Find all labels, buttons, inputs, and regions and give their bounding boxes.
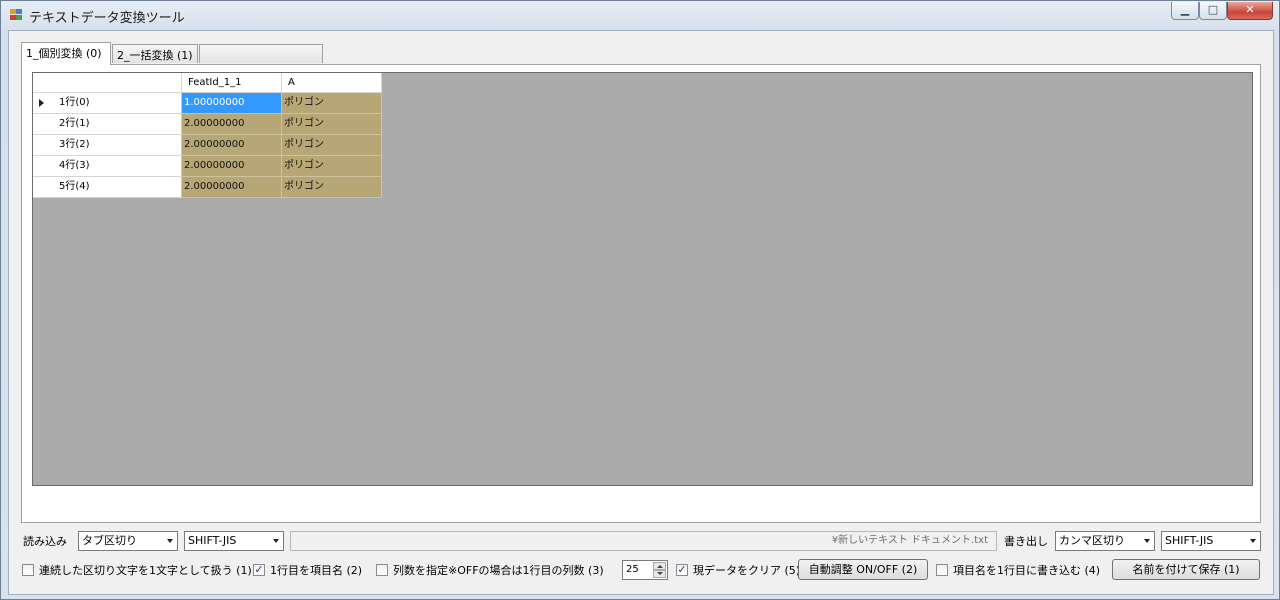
- tab-individual-convert[interactable]: 1_個別変換 (0): [21, 42, 111, 65]
- write-encoding-value: SHIFT-JIS: [1165, 534, 1214, 547]
- write-label: 書き出し: [1004, 535, 1048, 548]
- row-header[interactable]: 3行(2): [33, 135, 182, 156]
- chevron-down-icon: [273, 539, 279, 543]
- grid-cell[interactable]: 2.00000000: [182, 177, 282, 198]
- write-encoding-select[interactable]: SHIFT-JIS: [1161, 531, 1261, 551]
- write-delimiter-select[interactable]: カンマ区切り: [1055, 531, 1155, 551]
- grid-cell[interactable]: ポリゴン: [282, 177, 382, 198]
- column-header-a[interactable]: A: [282, 73, 382, 93]
- tab-page: FeatId_1_1 A 1行(0) 1.00000000 ポリゴン 2行(1)…: [21, 64, 1261, 523]
- column-header-featid[interactable]: FeatId_1_1: [182, 73, 282, 93]
- row-header-label: 4行(3): [59, 160, 90, 171]
- grid-corner-header[interactable]: [33, 73, 182, 93]
- auto-adjust-button[interactable]: 自動調整 ON/OFF (2): [798, 559, 928, 580]
- client-area: 1_個別変換 (0) 2_一括変換 (1) FeatId_1_1 A 1行(0)…: [8, 30, 1274, 595]
- title-bar[interactable]: テキストデータ変換ツール ▁ □ ✕: [1, 1, 1279, 29]
- write-delimiter-value: カンマ区切り: [1059, 534, 1125, 547]
- first-row-header-checkbox[interactable]: ✓: [253, 564, 265, 576]
- row-header-label: 1行(0): [59, 97, 90, 108]
- app-icon[interactable]: [10, 9, 23, 21]
- column-count-checkbox[interactable]: [376, 564, 388, 576]
- close-button[interactable]: ✕: [1227, 2, 1273, 20]
- tab-empty[interactable]: [199, 44, 323, 63]
- chevron-down-icon: [1144, 539, 1150, 543]
- read-encoding-value: SHIFT-JIS: [188, 534, 237, 547]
- tab-batch-convert[interactable]: 2_一括変換 (1): [112, 44, 198, 63]
- clear-data-checkbox[interactable]: ✓: [676, 564, 688, 576]
- file-path-field[interactable]: ¥新しいテキスト ドキュメント.txt: [290, 531, 997, 551]
- row-header[interactable]: 4行(3): [33, 156, 182, 177]
- grid-cell[interactable]: 2.00000000: [182, 135, 282, 156]
- window-title: テキストデータ変換ツール: [29, 11, 185, 26]
- data-grid[interactable]: FeatId_1_1 A 1行(0) 1.00000000 ポリゴン 2行(1)…: [32, 72, 1253, 486]
- read-delimiter-select[interactable]: タブ区切り: [78, 531, 178, 551]
- grid-cell[interactable]: ポリゴン: [282, 93, 382, 114]
- spin-up-icon[interactable]: [653, 562, 666, 570]
- write-header-checkbox[interactable]: [936, 564, 948, 576]
- read-label: 読み込み: [23, 535, 67, 548]
- consecutive-delims-label[interactable]: 連続した区切り文字を1文字として扱う (1): [39, 562, 252, 578]
- first-row-header-label[interactable]: 1行目を項目名 (2): [270, 562, 362, 578]
- maximize-button[interactable]: □: [1199, 2, 1227, 20]
- grid-cell[interactable]: 2.00000000: [182, 114, 282, 135]
- spin-down-icon[interactable]: [653, 570, 666, 578]
- column-count-label[interactable]: 列数を指定※OFFの場合は1行目の列数 (3): [393, 562, 604, 578]
- grid-cell[interactable]: ポリゴン: [282, 156, 382, 177]
- chevron-down-icon: [167, 539, 173, 543]
- column-count-value: 25: [626, 564, 639, 575]
- grid-cell[interactable]: ポリゴン: [282, 114, 382, 135]
- grid-cell[interactable]: 1.00000000: [182, 93, 282, 114]
- read-delimiter-value: タブ区切り: [82, 534, 137, 547]
- row-header-label: 5行(4): [59, 181, 90, 192]
- current-row-arrow-icon: [39, 99, 44, 107]
- clear-data-label[interactable]: 現データをクリア (5): [693, 562, 800, 578]
- chevron-down-icon: [1250, 539, 1256, 543]
- row-header[interactable]: 1行(0): [33, 93, 182, 114]
- row-header-label: 2行(1): [59, 118, 90, 129]
- row-header[interactable]: 5行(4): [33, 177, 182, 198]
- write-header-label[interactable]: 項目名を1行目に書き込む (4): [953, 562, 1100, 578]
- read-encoding-select[interactable]: SHIFT-JIS: [184, 531, 284, 551]
- save-as-button[interactable]: 名前を付けて保存 (1): [1112, 559, 1260, 580]
- row-header-label: 3行(2): [59, 139, 90, 150]
- row-header[interactable]: 2行(1): [33, 114, 182, 135]
- minimize-button[interactable]: ▁: [1171, 2, 1199, 20]
- consecutive-delims-checkbox[interactable]: [22, 564, 34, 576]
- app-window: テキストデータ変換ツール ▁ □ ✕ 1_個別変換 (0) 2_一括変換 (1)…: [0, 0, 1280, 600]
- grid-cell[interactable]: 2.00000000: [182, 156, 282, 177]
- column-count-stepper[interactable]: 25: [622, 560, 668, 580]
- grid-cell[interactable]: ポリゴン: [282, 135, 382, 156]
